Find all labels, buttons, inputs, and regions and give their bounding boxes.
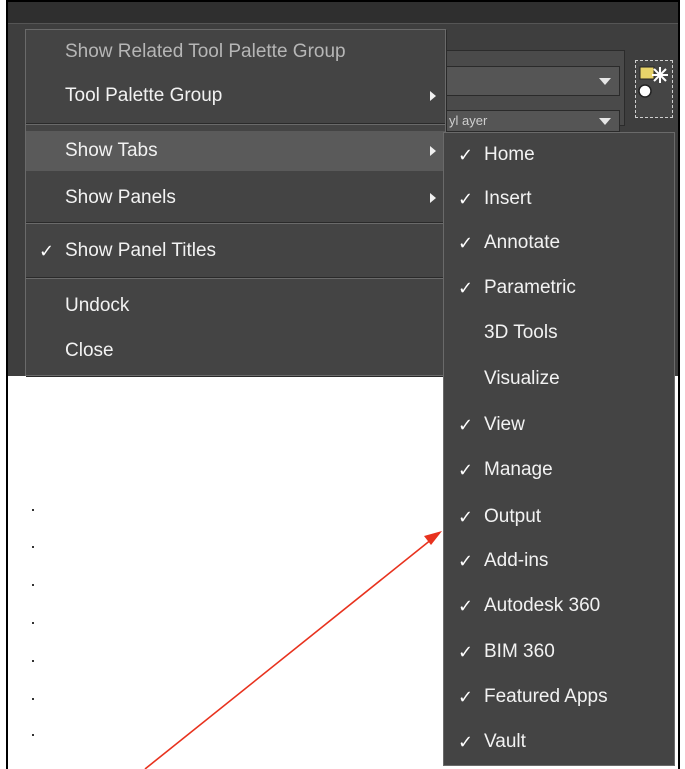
submenu-item-view[interactable]: ✓ View — [444, 403, 674, 447]
chevron-right-icon — [430, 193, 436, 203]
checkmark-icon: ✓ — [458, 189, 474, 209]
menu-item-show-tabs[interactable]: Show Tabs — [26, 131, 445, 171]
submenu-item-label: Insert — [484, 188, 532, 209]
chevron-down-icon — [599, 78, 611, 85]
submenu-item-parametric[interactable]: ✓ Parametric — [444, 266, 674, 310]
submenu-item-annotate[interactable]: ✓ Annotate — [444, 221, 674, 265]
submenu-item-label: BIM 360 — [484, 641, 555, 662]
submenu-item-home[interactable]: ✓ Home — [444, 133, 674, 177]
submenu-item-visualize[interactable]: Visualize — [444, 357, 674, 401]
chevron-right-icon — [430, 91, 436, 101]
menu-item-show-panel-titles[interactable]: ✓ Show Panel Titles — [26, 231, 445, 271]
side-dot — [32, 509, 34, 511]
submenu-item-label: Add-ins — [484, 550, 549, 571]
submenu-item-label: Manage — [484, 459, 553, 480]
checkmark-icon: ✓ — [39, 241, 55, 261]
layer-dropdown[interactable] — [445, 66, 620, 96]
menu-item-label: Show Panels — [65, 187, 176, 208]
side-dot — [32, 546, 34, 548]
submenu-item-label: Featured Apps — [484, 686, 608, 707]
submenu-item-vault[interactable]: ✓ Vault — [444, 720, 674, 764]
menu-item-label: Show Related Tool Palette Group — [65, 41, 346, 62]
chevron-down-icon — [599, 118, 611, 125]
submenu-item-label: Parametric — [484, 277, 576, 298]
submenu-item-label: Autodesk 360 — [484, 595, 601, 616]
submenu-item-label: Output — [484, 506, 542, 527]
menu-item-undock[interactable]: Undock — [26, 286, 445, 326]
checkmark-icon: ✓ — [458, 507, 474, 527]
submenu-item-output[interactable]: ✓ Output — [444, 495, 674, 539]
submenu-item-insert[interactable]: ✓ Insert — [444, 177, 674, 221]
submenu-item-label: Home — [484, 144, 535, 165]
submenu-item-autodesk-360[interactable]: ✓ Autodesk 360 — [444, 584, 674, 628]
menu-item-label: Undock — [65, 295, 130, 316]
submenu-item-label: Visualize — [484, 368, 560, 389]
side-dot — [32, 698, 34, 700]
checkmark-icon: ✓ — [458, 145, 474, 165]
menu-separator — [26, 123, 445, 125]
submenu-item-add-ins[interactable]: ✓ Add-ins — [444, 539, 674, 583]
submenu-item-label: Vault — [484, 731, 526, 752]
menu-item-show-related-tool-palette-group: Show Related Tool Palette Group — [26, 32, 445, 72]
checkmark-icon: ✓ — [458, 642, 474, 662]
menu-item-label: Show Tabs — [65, 140, 158, 161]
submenu-item-manage[interactable]: ✓ Manage — [444, 448, 674, 492]
checkmark-icon: ✓ — [458, 596, 474, 616]
checkmark-icon: ✓ — [458, 233, 474, 253]
menu-item-label: Show Panel Titles — [65, 240, 217, 261]
side-dot — [32, 584, 34, 586]
checkmark-icon: ✓ — [458, 415, 474, 435]
checkmark-icon: ✓ — [458, 460, 474, 480]
ribbon-title-bar — [8, 2, 678, 24]
show-tabs-submenu: ✓ Home ✓ Insert ✓ Annotate ✓ Parametric … — [443, 132, 675, 766]
side-dot — [32, 622, 34, 624]
menu-item-show-panels[interactable]: Show Panels — [26, 178, 445, 218]
checkmark-icon: ✓ — [458, 278, 474, 298]
menu-item-close[interactable]: Close — [26, 331, 445, 371]
menu-separator — [26, 222, 445, 224]
submenu-item-bim-360[interactable]: ✓ BIM 360 — [444, 630, 674, 674]
side-dot — [32, 660, 34, 662]
side-dot — [32, 734, 34, 736]
submenu-item-label: View — [484, 414, 525, 435]
layer-name-dropdown[interactable]: yl ayer — [445, 110, 620, 132]
context-menu: Show Related Tool Palette Group Tool Pal… — [25, 29, 446, 376]
checkmark-icon: ✓ — [458, 687, 474, 707]
checkmark-icon: ✓ — [458, 732, 474, 752]
submenu-item-label: Annotate — [484, 232, 561, 253]
chevron-right-icon — [430, 146, 436, 156]
submenu-item-label: 3D Tools — [484, 322, 558, 343]
menu-separator — [26, 277, 445, 279]
dropdown-value: yl ayer — [449, 113, 488, 128]
tool-icon[interactable] — [635, 60, 673, 118]
menu-item-label: Close — [65, 340, 114, 361]
submenu-item-featured-apps[interactable]: ✓ Featured Apps — [444, 675, 674, 719]
menu-item-label: Tool Palette Group — [65, 85, 223, 106]
submenu-item-3d-tools[interactable]: 3D Tools — [444, 311, 674, 355]
checkmark-icon: ✓ — [458, 551, 474, 571]
menu-item-tool-palette-group[interactable]: Tool Palette Group — [26, 76, 445, 116]
